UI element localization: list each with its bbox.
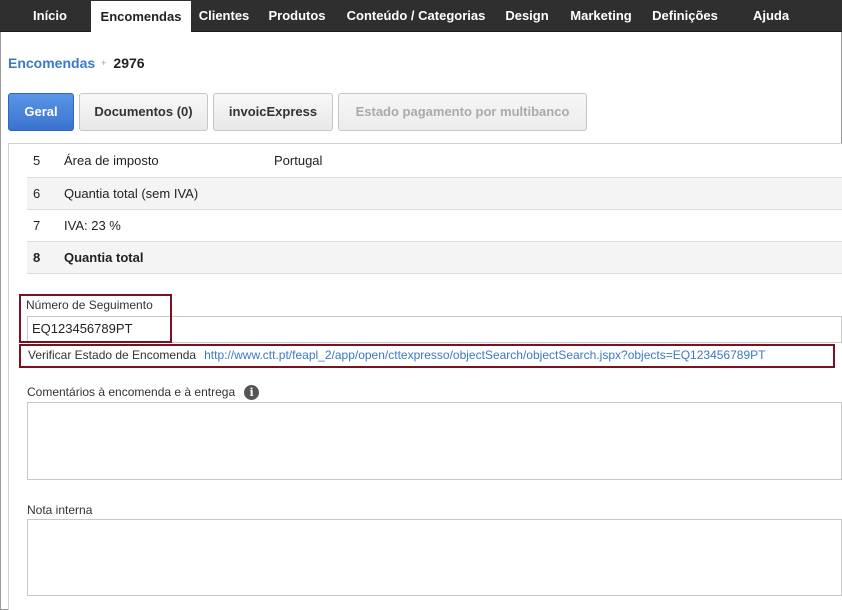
row-label: Quantia total xyxy=(58,241,274,274)
comments-label-row: Comentários à encomenda e à entrega i xyxy=(27,384,260,401)
verify-status-row: Verificar Estado de Encomenda http://www.… xyxy=(28,345,765,365)
row-value xyxy=(274,241,842,274)
comments-label: Comentários à encomenda e à entrega xyxy=(27,385,236,399)
nav-item-conteudo-categorias[interactable]: Conteúdo / Categorias xyxy=(339,0,493,32)
verify-status-link[interactable]: http://www.ctt.pt/feapl_2/app/open/cttex… xyxy=(204,348,765,362)
row-value xyxy=(274,209,842,242)
table-row: 7 IVA: 23 % xyxy=(27,209,842,242)
tab-geral[interactable]: Geral xyxy=(8,93,74,131)
breadcrumb-link-encomendas[interactable]: Encomendas xyxy=(8,55,95,71)
tracking-number-input[interactable]: EQ123456789PT xyxy=(27,316,842,343)
comments-textarea[interactable] xyxy=(27,402,842,480)
table-row: 8 Quantia total xyxy=(27,241,842,274)
verify-status-label: Verificar Estado de Encomenda xyxy=(28,348,197,362)
row-number: 6 xyxy=(27,177,58,210)
row-label: Área de imposto xyxy=(58,145,274,178)
order-summary-table: 5 Área de imposto Portugal 6 Quantia tot… xyxy=(27,145,842,274)
row-value xyxy=(274,177,842,210)
top-navigation: Início Encomendas Clientes Produtos Cont… xyxy=(0,0,842,33)
info-icon[interactable]: i xyxy=(244,385,260,401)
nav-item-design[interactable]: Design xyxy=(500,0,554,32)
nav-item-encomendas[interactable]: Encomendas xyxy=(91,1,191,33)
internal-note-label: Nota interna xyxy=(27,503,93,517)
row-label: IVA: 23 % xyxy=(58,209,274,242)
breadcrumb-current: 2976 xyxy=(113,55,145,71)
internal-note-textarea[interactable] xyxy=(27,519,842,596)
nav-item-definicoes[interactable]: Definições xyxy=(646,0,724,32)
breadcrumb: Encomendas +2976 xyxy=(8,53,145,73)
nav-item-ajuda[interactable]: Ajuda xyxy=(738,0,804,32)
row-value: Portugal xyxy=(274,145,842,178)
nav-item-produtos[interactable]: Produtos xyxy=(262,0,332,32)
nav-item-inicio[interactable]: Início xyxy=(18,0,82,32)
nav-item-marketing[interactable]: Marketing xyxy=(562,0,640,32)
tab-estado-pagamento-multibanco: Estado pagamento por multibanco xyxy=(338,93,587,131)
tracking-number-label: Número de Seguimento xyxy=(26,298,153,312)
row-label: Quantia total (sem IVA) xyxy=(58,177,274,210)
row-number: 7 xyxy=(27,209,58,242)
tab-documentos[interactable]: Documentos (0) xyxy=(79,93,208,131)
breadcrumb-separator: + xyxy=(101,58,107,68)
row-number: 5 xyxy=(27,145,58,178)
nav-item-clientes[interactable]: Clientes xyxy=(191,0,257,32)
table-row: 5 Área de imposto Portugal xyxy=(27,145,842,178)
row-number: 8 xyxy=(27,241,58,274)
table-row: 6 Quantia total (sem IVA) xyxy=(27,177,842,210)
tab-invoicexpress[interactable]: invoicExpress xyxy=(213,93,333,131)
